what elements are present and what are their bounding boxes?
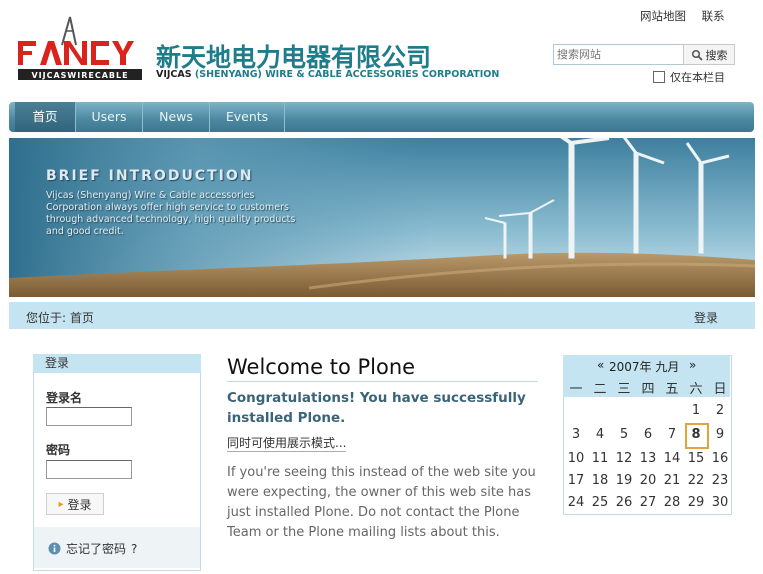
forgot-password-label: 忘记了密码 — [66, 542, 127, 556]
calendar-day[interactable]: 19 — [612, 473, 636, 488]
calendar-weekday: 一 — [569, 382, 583, 397]
contact-link[interactable]: 联系 — [702, 9, 725, 23]
company-name-en-bold: VIJCAS — [156, 69, 192, 80]
company-name-en: VIJCAS (SHENYANG) WIRE & CABLE ACCESSORI… — [156, 69, 499, 80]
search-input[interactable] — [553, 44, 685, 65]
calendar-day[interactable]: 20 — [636, 473, 660, 488]
search-button[interactable]: 搜索 — [683, 44, 735, 65]
svg-text:VIJCASWIRECABLE: VIJCASWIRECABLE — [31, 71, 128, 80]
calendar-day[interactable]: 2 — [708, 403, 732, 418]
login-link[interactable]: 登录 — [694, 309, 718, 326]
login-button[interactable]: ▸ 登录 — [46, 493, 104, 515]
calendar-weekday: 五 — [665, 382, 679, 397]
sitemap-link[interactable]: 网站地图 — [640, 9, 686, 23]
search-current-section-checkbox[interactable] — [653, 71, 665, 83]
breadcrumb: 您位于: 首页 — [26, 309, 94, 326]
username-label: 登录名 — [46, 391, 83, 405]
page-body-text: If you're seeing this instead of the web… — [227, 465, 536, 540]
forgot-password-question-mark: ? — [131, 541, 138, 556]
calendar-day[interactable]: 23 — [708, 473, 732, 488]
arrow-right-icon: ▸ — [58, 498, 64, 510]
calendar-weekday: 六 — [689, 382, 703, 397]
calendar-day[interactable]: 6 — [636, 427, 660, 442]
company-logo[interactable]: VIJCASWIRECABLE — [16, 15, 146, 83]
tab-home[interactable]: 首页 — [15, 102, 76, 132]
company-name-en-rest: (SHENYANG) WIRE & CABLE ACCESSORIES CORP… — [191, 69, 500, 80]
password-field[interactable] — [46, 460, 132, 479]
calendar-weekday: 日 — [713, 382, 727, 397]
search-button-label: 搜索 — [705, 48, 728, 62]
calendar-day[interactable]: 25 — [588, 495, 612, 510]
banner-title: BRIEF INTRODUCTION — [46, 168, 254, 184]
breadcrumb-bar — [9, 302, 755, 329]
calendar-day[interactable]: 28 — [660, 495, 684, 510]
calendar-weekday: 二 — [593, 382, 607, 397]
calendar-day[interactable]: 9 — [708, 427, 732, 442]
calendar-day[interactable]: 14 — [660, 451, 684, 466]
page-description: Congratulations! You have successfully i… — [227, 390, 526, 426]
tab-users[interactable]: Users — [76, 102, 143, 132]
fancy-logo-graphic: VIJCASWIRECABLE — [18, 16, 142, 80]
top-links: 网站地图 联系 — [640, 8, 737, 24]
calendar-day[interactable]: 13 — [636, 451, 660, 466]
search-current-section[interactable]: 仅在本栏目 — [653, 69, 725, 85]
search-current-section-label: 仅在本栏目 — [670, 71, 725, 84]
info-icon — [48, 542, 61, 555]
password-label: 密码 — [46, 443, 71, 457]
forgot-password-link[interactable]: 忘记了密码? — [48, 540, 137, 557]
main-navigation: 首页 Users News Events — [9, 102, 754, 132]
calendar-day[interactable]: 3 — [564, 427, 588, 442]
page-title: Welcome to Plone — [227, 355, 416, 379]
banner-body: Vijcas (Shenyang) Wire & Cable accessori… — [46, 190, 296, 237]
username-field[interactable] — [46, 407, 132, 426]
breadcrumb-home-link[interactable]: 首页 — [70, 311, 94, 325]
calendar-day[interactable]: 10 — [564, 451, 588, 466]
calendar-day[interactable]: 21 — [660, 473, 684, 488]
calendar-day[interactable]: 27 — [636, 495, 660, 510]
search-icon — [691, 49, 703, 61]
calendar-day[interactable]: 4 — [588, 427, 612, 442]
calendar-day[interactable]: 1 — [684, 403, 708, 418]
calendar-day[interactable]: 26 — [612, 495, 636, 510]
tab-events[interactable]: Events — [210, 102, 285, 132]
calendar-today-highlight — [685, 423, 709, 449]
calendar-prev-button[interactable]: « — [597, 358, 604, 372]
calendar-next-button[interactable]: » — [689, 358, 696, 372]
calendar-day[interactable]: 11 — [588, 451, 612, 466]
calendar-day[interactable]: 7 — [660, 427, 684, 442]
calendar-day[interactable]: 18 — [588, 473, 612, 488]
calendar-day[interactable]: 17 — [564, 473, 588, 488]
calendar-day[interactable]: 29 — [684, 495, 708, 510]
presentation-mode-link[interactable]: 同时可使用展示模式... — [227, 434, 347, 452]
calendar-day[interactable]: 15 — [684, 451, 708, 466]
login-button-label: 登录 — [67, 497, 92, 512]
calendar-day[interactable]: 5 — [612, 427, 636, 442]
title-divider — [227, 381, 538, 382]
breadcrumb-prefix: 您位于: — [26, 311, 67, 325]
tab-news[interactable]: News — [143, 102, 210, 132]
calendar-month-label: 2007年 九月 — [609, 360, 680, 374]
login-portlet-title: 登录 — [33, 354, 201, 373]
calendar-day[interactable]: 12 — [612, 451, 636, 466]
calendar-day[interactable]: 30 — [708, 495, 732, 510]
calendar-day[interactable]: 24 — [564, 495, 588, 510]
calendar-day[interactable]: 22 — [684, 473, 708, 488]
calendar-weekday: 四 — [641, 382, 655, 397]
calendar-weekday: 三 — [617, 382, 631, 397]
calendar-day[interactable]: 16 — [708, 451, 732, 466]
